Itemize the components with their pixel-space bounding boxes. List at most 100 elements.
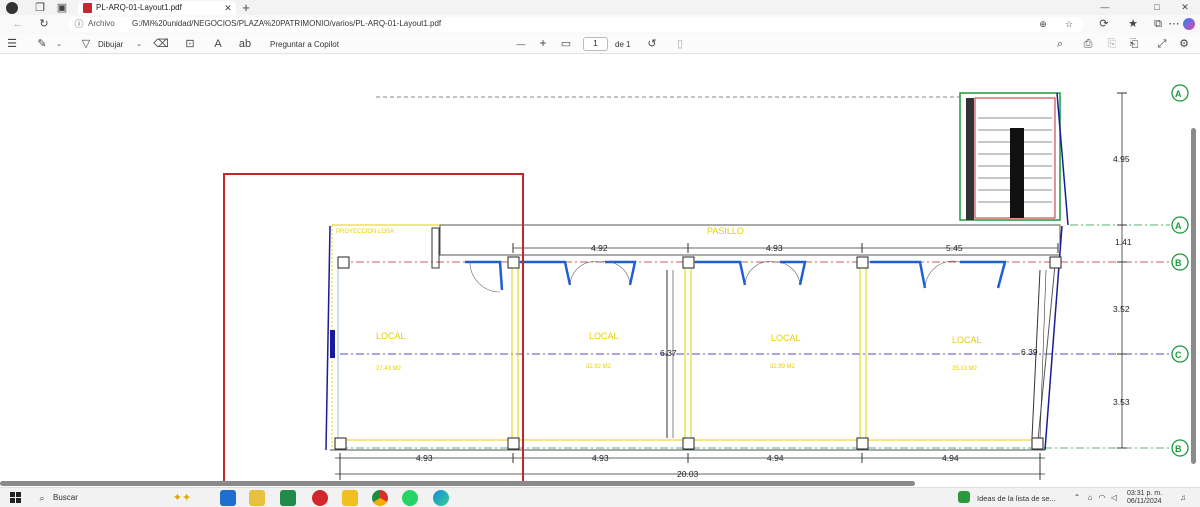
- bottom-dim-3: 4.94: [767, 453, 784, 463]
- local-area-1: 27.43 M2: [376, 366, 402, 372]
- pdf-toolbar: ☰ ✎ ⌄ ▽ Dibujar ⌄ ⌫ ⊡ A ab Preguntar a C…: [0, 34, 1200, 54]
- search-icon[interactable]: ⌕: [1054, 38, 1066, 50]
- windows-start-icon[interactable]: [10, 492, 21, 503]
- corridor-label: PASILLO: [707, 226, 744, 236]
- tab-actions-icon[interactable]: ▣: [56, 2, 68, 14]
- taskbar-search[interactable]: ⌕ Buscar: [31, 490, 161, 506]
- clock-date[interactable]: 06/11/2024: [1127, 498, 1162, 505]
- chevron-down-icon[interactable]: ⌄: [135, 39, 143, 49]
- copilot-icon[interactable]: [1183, 18, 1195, 30]
- taskbar: ⌕ Buscar ✦✦ Ideas de la lista de se... ⌃…: [0, 487, 1200, 507]
- address-field[interactable]: ⓘ Archivo G:/Mi%20unidad/NEGOCIOS/PLAZA%…: [68, 17, 1084, 32]
- right-dim-1: 4.95: [1113, 154, 1130, 164]
- page-view-icon[interactable]: ▯: [674, 38, 686, 50]
- projection-label: PROYECCION LOSA: [336, 229, 394, 235]
- translate-icon[interactable]: ab: [238, 38, 252, 50]
- workspaces-icon[interactable]: ❐: [34, 2, 46, 14]
- page-number-input[interactable]: 1: [583, 37, 608, 51]
- zoom-icon[interactable]: ⊕: [1038, 19, 1048, 29]
- excel-icon[interactable]: [280, 490, 296, 506]
- text-box-icon[interactable]: ⊡: [184, 38, 196, 50]
- local-area-2: 32.92 M2: [586, 364, 612, 370]
- search-icon: ⌕: [39, 492, 45, 503]
- widget-notification[interactable]: Ideas de la lista de se...: [977, 494, 1056, 503]
- tab-pdf[interactable]: PL-ARQ-01-Layout1.pdf ✕: [78, 1, 236, 15]
- back-icon[interactable]: ←: [12, 18, 24, 30]
- zoom-out-button[interactable]: —: [516, 38, 526, 50]
- local-name-1: LOCAL: [376, 331, 406, 341]
- right-dim-2: 1.41: [1115, 237, 1132, 247]
- read-aloud-icon[interactable]: A: [212, 38, 224, 50]
- favorites-icon[interactable]: ★: [1127, 18, 1139, 30]
- axis-label-5: B: [1175, 444, 1182, 454]
- chrome-icon[interactable]: [372, 490, 388, 506]
- top-dim-1: 4.92: [591, 243, 608, 253]
- news-widget-icon[interactable]: [958, 491, 970, 503]
- draw-icon[interactable]: ▽: [80, 38, 92, 50]
- axis-label-4: C: [1175, 350, 1182, 360]
- settings-icon[interactable]: ⚙: [1178, 38, 1190, 50]
- address-url: G:/Mi%20unidad/NEGOCIOS/PLAZA%20PATRIMON…: [132, 19, 442, 28]
- chevron-down-icon[interactable]: ⌄: [55, 39, 63, 49]
- notification-bell-icon[interactable]: ♫: [1178, 492, 1188, 504]
- local-name-3: LOCAL: [771, 333, 801, 343]
- vertical-scroll-thumb[interactable]: [1191, 128, 1196, 464]
- wifi-icon[interactable]: ◠: [1097, 492, 1107, 504]
- network-icon[interactable]: ⌂: [1085, 492, 1095, 504]
- bottom-dim-1: 4.93: [416, 453, 433, 463]
- profile-avatar-icon[interactable]: [6, 2, 18, 14]
- pdf-document-area[interactable]: PROYECCION LOSA PASILLO LOCAL 27.43 M2 L…: [0, 54, 1200, 487]
- address-label: Archivo: [88, 19, 115, 28]
- clock-time[interactable]: 03:31 p. m.: [1127, 490, 1162, 497]
- copilot-sparkle-icon[interactable]: ✦✦: [168, 490, 196, 506]
- volume-icon[interactable]: ◁: [1109, 492, 1119, 504]
- tray-chevron-icon[interactable]: ⌃: [1072, 492, 1082, 504]
- height-dim-1: 6.37: [660, 348, 677, 358]
- outlook-icon[interactable]: [220, 490, 236, 506]
- favorite-star-icon[interactable]: ☆: [1064, 19, 1074, 29]
- edge-icon[interactable]: [433, 490, 449, 506]
- maximize-button[interactable]: □: [1150, 1, 1164, 14]
- save-icon[interactable]: ⎘: [1106, 38, 1118, 50]
- highlight-icon[interactable]: ✎: [36, 38, 48, 50]
- total-dim: 20.03: [677, 469, 699, 479]
- floor-plan-drawing: PROYECCION LOSA PASILLO LOCAL 27.43 M2 L…: [223, 84, 1189, 483]
- horizontal-scroll-thumb[interactable]: [0, 481, 915, 486]
- copilot-button[interactable]: Preguntar a Copilot: [270, 40, 339, 49]
- zoom-in-button[interactable]: +: [538, 37, 548, 49]
- erase-icon[interactable]: ⌫: [153, 38, 169, 50]
- info-icon: ⓘ: [74, 18, 84, 29]
- page-total: de 1: [615, 40, 631, 49]
- print-icon[interactable]: ⎙: [1082, 38, 1094, 50]
- extensions-icon[interactable]: ⟳: [1098, 18, 1110, 30]
- fit-page-icon[interactable]: ▭: [560, 38, 572, 50]
- bottom-dim-4: 4.94: [942, 453, 959, 463]
- address-bar-row: ← ↻ ⓘ Archivo G:/Mi%20unidad/NEGOCIOS/PL…: [0, 15, 1200, 34]
- search-placeholder: Buscar: [53, 493, 78, 502]
- close-window-button[interactable]: ✕: [1178, 1, 1192, 14]
- height-dim-2: 6.39: [1021, 347, 1038, 357]
- collections-icon[interactable]: ⧉: [1152, 18, 1164, 30]
- save-as-icon[interactable]: ⎗: [1128, 38, 1140, 50]
- local-area-3: 32.89 M2: [770, 364, 796, 370]
- top-dim-3: 5.45: [946, 243, 963, 253]
- right-dim-3: 3.52: [1113, 304, 1130, 314]
- rotate-icon[interactable]: ↺: [646, 38, 658, 50]
- opera-icon[interactable]: [312, 490, 328, 506]
- draw-button[interactable]: Dibujar: [98, 40, 123, 49]
- local-name-4: LOCAL: [952, 335, 982, 345]
- minimize-button[interactable]: —: [1098, 1, 1112, 14]
- bottom-dim-2: 4.93: [592, 453, 609, 463]
- contents-icon[interactable]: ☰: [6, 38, 18, 50]
- fullscreen-icon[interactable]: ⤢: [1156, 38, 1168, 50]
- settings-more-icon[interactable]: ⋯: [1168, 18, 1180, 30]
- refresh-icon[interactable]: ↻: [38, 18, 50, 30]
- new-tab-button[interactable]: +: [240, 1, 252, 14]
- file-explorer-icon[interactable]: [249, 490, 265, 506]
- axis-label-1: A: [1175, 89, 1182, 99]
- whatsapp-icon[interactable]: [402, 490, 418, 506]
- sticky-notes-icon[interactable]: [342, 490, 358, 506]
- top-dim-2: 4.93: [766, 243, 783, 253]
- close-tab-icon[interactable]: ✕: [223, 3, 233, 13]
- local-area-4: 35.13 M2: [952, 366, 978, 372]
